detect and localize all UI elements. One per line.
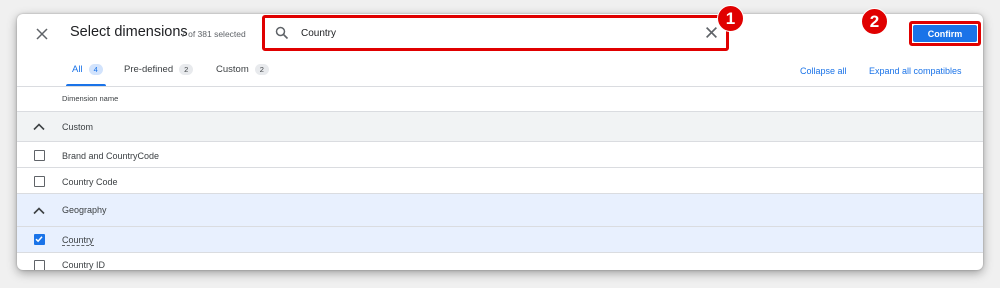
tab-all[interactable]: All 4 <box>72 64 103 75</box>
group-row-geography[interactable]: Geography <box>17 193 983 226</box>
tab-all-count: 4 <box>88 64 103 75</box>
chevron-up-icon[interactable] <box>33 206 45 215</box>
confirm-button[interactable]: Confirm <box>913 25 977 42</box>
dimension-label: Country Code <box>62 177 118 187</box>
group-label: Geography <box>62 205 107 215</box>
tab-all-label: All <box>72 64 83 75</box>
dimension-label: Country ID <box>62 260 106 270</box>
close-icon <box>36 28 48 40</box>
selected-count: 7 of 381 selected <box>181 29 246 39</box>
callout-badge-1: 1 <box>717 5 744 32</box>
collapse-all-link[interactable]: Collapse all <box>800 66 847 76</box>
tab-predefined-label: Pre-defined <box>124 64 174 75</box>
table-row[interactable]: Country ID <box>17 252 983 270</box>
dialog-title: Select dimensions <box>70 24 188 40</box>
confirm-highlight: Confirm <box>909 21 981 46</box>
checkbox-icon[interactable] <box>34 260 45 270</box>
select-dimensions-dialog: Select dimensions 7 of 381 selected Conf… <box>17 14 983 270</box>
tabs-divider <box>17 86 983 87</box>
checkbox-checked-icon[interactable] <box>34 234 45 245</box>
dimension-label: Brand and CountryCode <box>62 151 160 161</box>
clear-icon[interactable] <box>705 26 718 39</box>
chevron-up-icon[interactable] <box>33 122 45 131</box>
checkbox-icon[interactable] <box>34 176 45 187</box>
column-header: Dimension name <box>62 94 119 103</box>
table-row[interactable]: Country Code <box>17 167 983 193</box>
expand-all-link[interactable]: Expand all compatibles <box>869 66 962 76</box>
tab-custom[interactable]: Custom 2 <box>216 64 269 75</box>
search-box <box>262 15 729 51</box>
tab-predefined-count: 2 <box>179 64 194 75</box>
tab-custom-label: Custom <box>216 64 249 75</box>
checkbox-icon[interactable] <box>34 150 45 161</box>
group-label: Custom <box>62 122 94 132</box>
close-dialog-button[interactable] <box>30 22 54 46</box>
table-row[interactable]: Country <box>17 226 983 252</box>
callout-badge-2: 2 <box>861 8 888 35</box>
search-input[interactable] <box>301 23 681 43</box>
group-row-custom[interactable]: Custom <box>17 111 983 141</box>
tab-predefined[interactable]: Pre-defined 2 <box>124 64 194 75</box>
search-icon <box>275 26 289 40</box>
dimension-label: Country <box>62 235 94 246</box>
tab-custom-count: 2 <box>254 64 269 75</box>
table-row[interactable]: Brand and CountryCode <box>17 141 983 167</box>
checkmark-icon <box>35 236 43 243</box>
